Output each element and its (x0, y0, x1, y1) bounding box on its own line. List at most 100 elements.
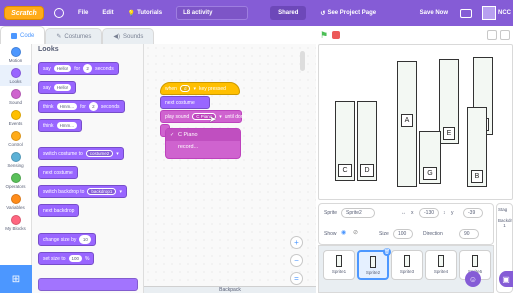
say-block[interactable]: say Hello! (38, 81, 77, 94)
stop-icon[interactable] (332, 31, 341, 39)
switch-backdrop-block[interactable]: switch backdrop to backdrop1 ▾ (38, 185, 127, 198)
tab-sounds-label: Sounds (123, 33, 144, 40)
show-hidden-eye-icon[interactable]: ⊘ (353, 229, 358, 236)
show-visible-eye-icon[interactable]: ◉ (341, 229, 346, 236)
think-block[interactable]: think Hmm... (38, 119, 83, 132)
size-input[interactable]: 100 (393, 229, 413, 239)
say-for-block[interactable]: say Hello! for 2 seconds (38, 62, 119, 75)
backdrop-dropdown-caret-icon: ▾ (119, 188, 122, 195)
x-position-input[interactable]: -130 (419, 208, 439, 218)
switch-costume-block[interactable]: switch costume to costume2 ▾ (38, 147, 124, 160)
category-operators[interactable]: Operators (0, 170, 31, 191)
scratch-logo[interactable]: Scratch (4, 6, 44, 20)
say-for-secs[interactable]: 2 (83, 64, 93, 73)
file-menu[interactable]: File (78, 10, 88, 16)
delete-sprite-icon[interactable]: 🗑 (383, 248, 391, 256)
tutorials-menu[interactable]: 💡 Tutorials (128, 10, 162, 17)
tab-code[interactable]: Code (0, 26, 46, 44)
large-stage-button[interactable] (500, 30, 510, 40)
language-globe-icon[interactable] (54, 8, 64, 18)
piano-key-c[interactable]: C (335, 101, 355, 181)
sprite-tile[interactable]: Sprite3 (391, 250, 423, 280)
partial-block[interactable] (38, 278, 138, 291)
set-size-block[interactable]: set size to 100% (38, 252, 95, 265)
say-for-message[interactable]: Hello! (53, 65, 72, 72)
think-message[interactable]: Hmm... (56, 122, 78, 129)
category-my-blocks[interactable]: My Blocks (0, 212, 31, 233)
zoom-reset-button[interactable]: = (290, 272, 303, 285)
category-variables-label: Variables (6, 204, 25, 210)
username[interactable]: NCC (498, 10, 511, 16)
see-project-icon: ↺ (320, 10, 326, 17)
category-motion[interactable]: Motion (0, 44, 31, 65)
sprite-tile[interactable]: Sprite4 (425, 250, 457, 280)
script-next-costume-block[interactable]: next costume (160, 96, 210, 109)
dropdown-option-record[interactable]: record... (166, 141, 240, 153)
stage-canvas[interactable]: A E F C D G B (318, 44, 513, 200)
see-project-page-button[interactable]: ↺ See Project Page (320, 10, 376, 17)
edit-menu[interactable]: Edit (102, 10, 113, 16)
backdrop-dropdown[interactable]: backdrop1 (87, 188, 117, 195)
think-for-secs[interactable]: 2 (88, 102, 98, 111)
category-looks[interactable]: Looks (0, 65, 31, 86)
change-size-value[interactable]: 10 (79, 235, 92, 244)
category-sensing[interactable]: Sensing (0, 149, 31, 170)
sounds-speaker-icon: ◀) (113, 34, 121, 40)
until-done-text: until done (224, 113, 247, 120)
say-message[interactable]: Hello! (53, 84, 72, 91)
zoom-out-button[interactable]: − (290, 254, 303, 267)
dropdown-option-c-piano[interactable]: ✓ C Piano (166, 129, 240, 141)
play-sound-until-done-block[interactable]: play sound C Piano ▾ until done (160, 110, 246, 123)
piano-key-e[interactable]: E (439, 59, 459, 144)
category-sound[interactable]: Sound (0, 86, 31, 107)
next-backdrop-block[interactable]: next backdrop (38, 204, 80, 217)
scripts-scrollbar[interactable] (300, 51, 305, 71)
when-key-pressed-block[interactable]: when d ▾ key pressed (160, 82, 240, 95)
sprite-tile-selected[interactable]: Sprite2 🗑 (357, 248, 391, 280)
say-for-seconds: seconds (95, 65, 114, 72)
category-sensing-label: Sensing (7, 162, 24, 168)
menu-bar: Scratch File Edit 💡 Tutorials L8 activity… (0, 0, 513, 26)
sprite-name-input[interactable]: Sprite2 (341, 208, 375, 218)
tab-code-label: Code (20, 32, 35, 39)
save-now-button[interactable]: Save Now (420, 10, 448, 16)
backpack[interactable]: Backpack (144, 286, 316, 293)
piano-key-g[interactable]: G (419, 131, 441, 184)
my-stuff-folder-icon[interactable] (460, 8, 472, 18)
add-backdrop-button[interactable]: ▣ (499, 271, 513, 287)
zoom-in-button[interactable]: + (290, 236, 303, 249)
direction-input[interactable]: 90 (459, 229, 479, 239)
piano-key-d[interactable]: D (357, 101, 377, 181)
piano-key-b[interactable]: B (467, 107, 487, 187)
add-sprite-button[interactable]: ☺ (465, 271, 481, 287)
key-dropdown-caret-icon: ▾ (193, 85, 196, 92)
think-for-block[interactable]: think Hmm... for 2 seconds (38, 100, 125, 113)
set-size-value[interactable]: 100 (68, 255, 83, 262)
tab-sounds[interactable]: ◀) Sounds (102, 28, 155, 44)
sprite-info-panel: Sprite Sprite2 ↔ x -130 ↕ y -39 Show ◉ ⊘… (318, 203, 494, 245)
piano-key-a[interactable]: A (397, 61, 417, 187)
tab-costumes[interactable]: ✎ Costumes (45, 28, 103, 44)
category-events[interactable]: Events (0, 107, 31, 128)
category-variables[interactable]: Variables (0, 191, 31, 212)
y-position-input[interactable]: -39 (463, 208, 483, 218)
switch-costume-text: switch costume to (43, 150, 83, 157)
next-costume-block[interactable]: next costume (38, 166, 78, 179)
green-flag-icon[interactable]: ⚑ (320, 30, 328, 41)
category-control[interactable]: Control (0, 128, 31, 149)
palette-title: Looks (38, 46, 59, 53)
x-label: x (411, 210, 414, 216)
costume-dropdown[interactable]: costume2 (85, 150, 114, 157)
sprite-tile[interactable]: Sprite1 (323, 250, 355, 280)
change-size-block[interactable]: change size by 10 (38, 233, 97, 246)
add-extension-button[interactable]: ⊞ (0, 265, 32, 293)
mouse-cursor-icon: ➤ (209, 114, 217, 124)
small-stage-button[interactable] (487, 30, 497, 40)
costume-dropdown-caret-icon: ▾ (116, 150, 119, 157)
think-for-message[interactable]: Hmm... (56, 103, 78, 110)
shared-button[interactable]: Shared (270, 6, 307, 20)
user-avatar[interactable] (482, 6, 496, 20)
project-title-input[interactable]: L8 activity (176, 6, 249, 20)
key-dropdown[interactable]: d (179, 85, 191, 92)
sprite-tile-label: Sprite3 (399, 269, 415, 274)
